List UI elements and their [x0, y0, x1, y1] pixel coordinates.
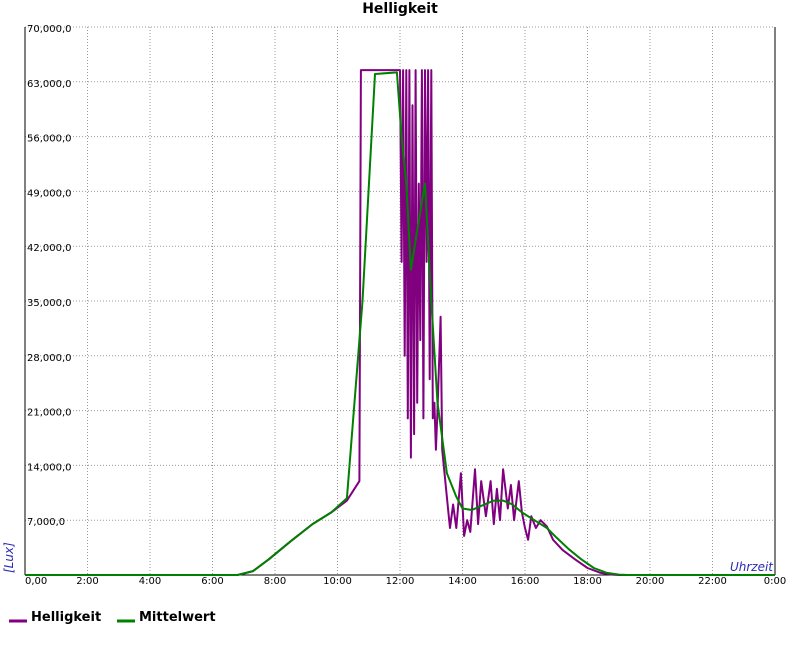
legend: Helligkeit Mittelwert	[9, 610, 216, 625]
x-tick-label: 14:00	[448, 576, 477, 587]
legend-item-mittelwert: Mittelwert	[117, 610, 216, 625]
x-tick-label: 16:00	[511, 576, 540, 587]
x-tick-label: 20:00	[636, 576, 665, 587]
y-tick-label: 35,000,0	[27, 298, 72, 309]
x-tick-label: 18:00	[573, 576, 602, 587]
x-tick-label: 22:00	[698, 576, 727, 587]
y-axis-label: [Lux]	[2, 542, 16, 573]
x-tick-label: 8:00	[264, 576, 286, 587]
y-tick-label: 14,000,0	[27, 462, 72, 473]
y-tick-label: 21,000,0	[27, 408, 72, 419]
x-tick-label: 12:00	[386, 576, 415, 587]
x-axis-label: Uhrzeit	[730, 560, 774, 574]
x-tick-label: 6:00	[201, 576, 223, 587]
y-tick-label: 70,000,0	[27, 24, 72, 35]
series-line-helligkeit	[25, 69, 775, 576]
y-tick-label: 7,000,0	[27, 517, 65, 528]
brightness-chart: Helligkeit 7,000,0 14,000,0 21,000,0 28,000…	[2, 1, 786, 625]
y-tick-label: 28,000,0	[27, 353, 72, 364]
legend-label-helligkeit: Helligkeit	[31, 610, 101, 625]
y-tick-label: 56,000,0	[27, 134, 72, 145]
x-tick-label: 4:00	[139, 576, 161, 587]
x-tick-label: 0,00	[25, 576, 47, 587]
legend-label-mittelwert: Mittelwert	[139, 610, 216, 625]
y-tick-label: 49,000,0	[27, 188, 72, 199]
x-tick-label: 0:00	[764, 576, 786, 587]
chart-title: Helligkeit	[362, 1, 438, 17]
x-tick-label: 10:00	[323, 576, 352, 587]
y-tick-label: 63,000,0	[27, 79, 72, 90]
x-tick-label: 2:00	[76, 576, 98, 587]
y-tick-label: 42,000,0	[27, 243, 72, 254]
series-layer	[25, 69, 775, 576]
legend-item-helligkeit: Helligkeit	[9, 610, 101, 625]
